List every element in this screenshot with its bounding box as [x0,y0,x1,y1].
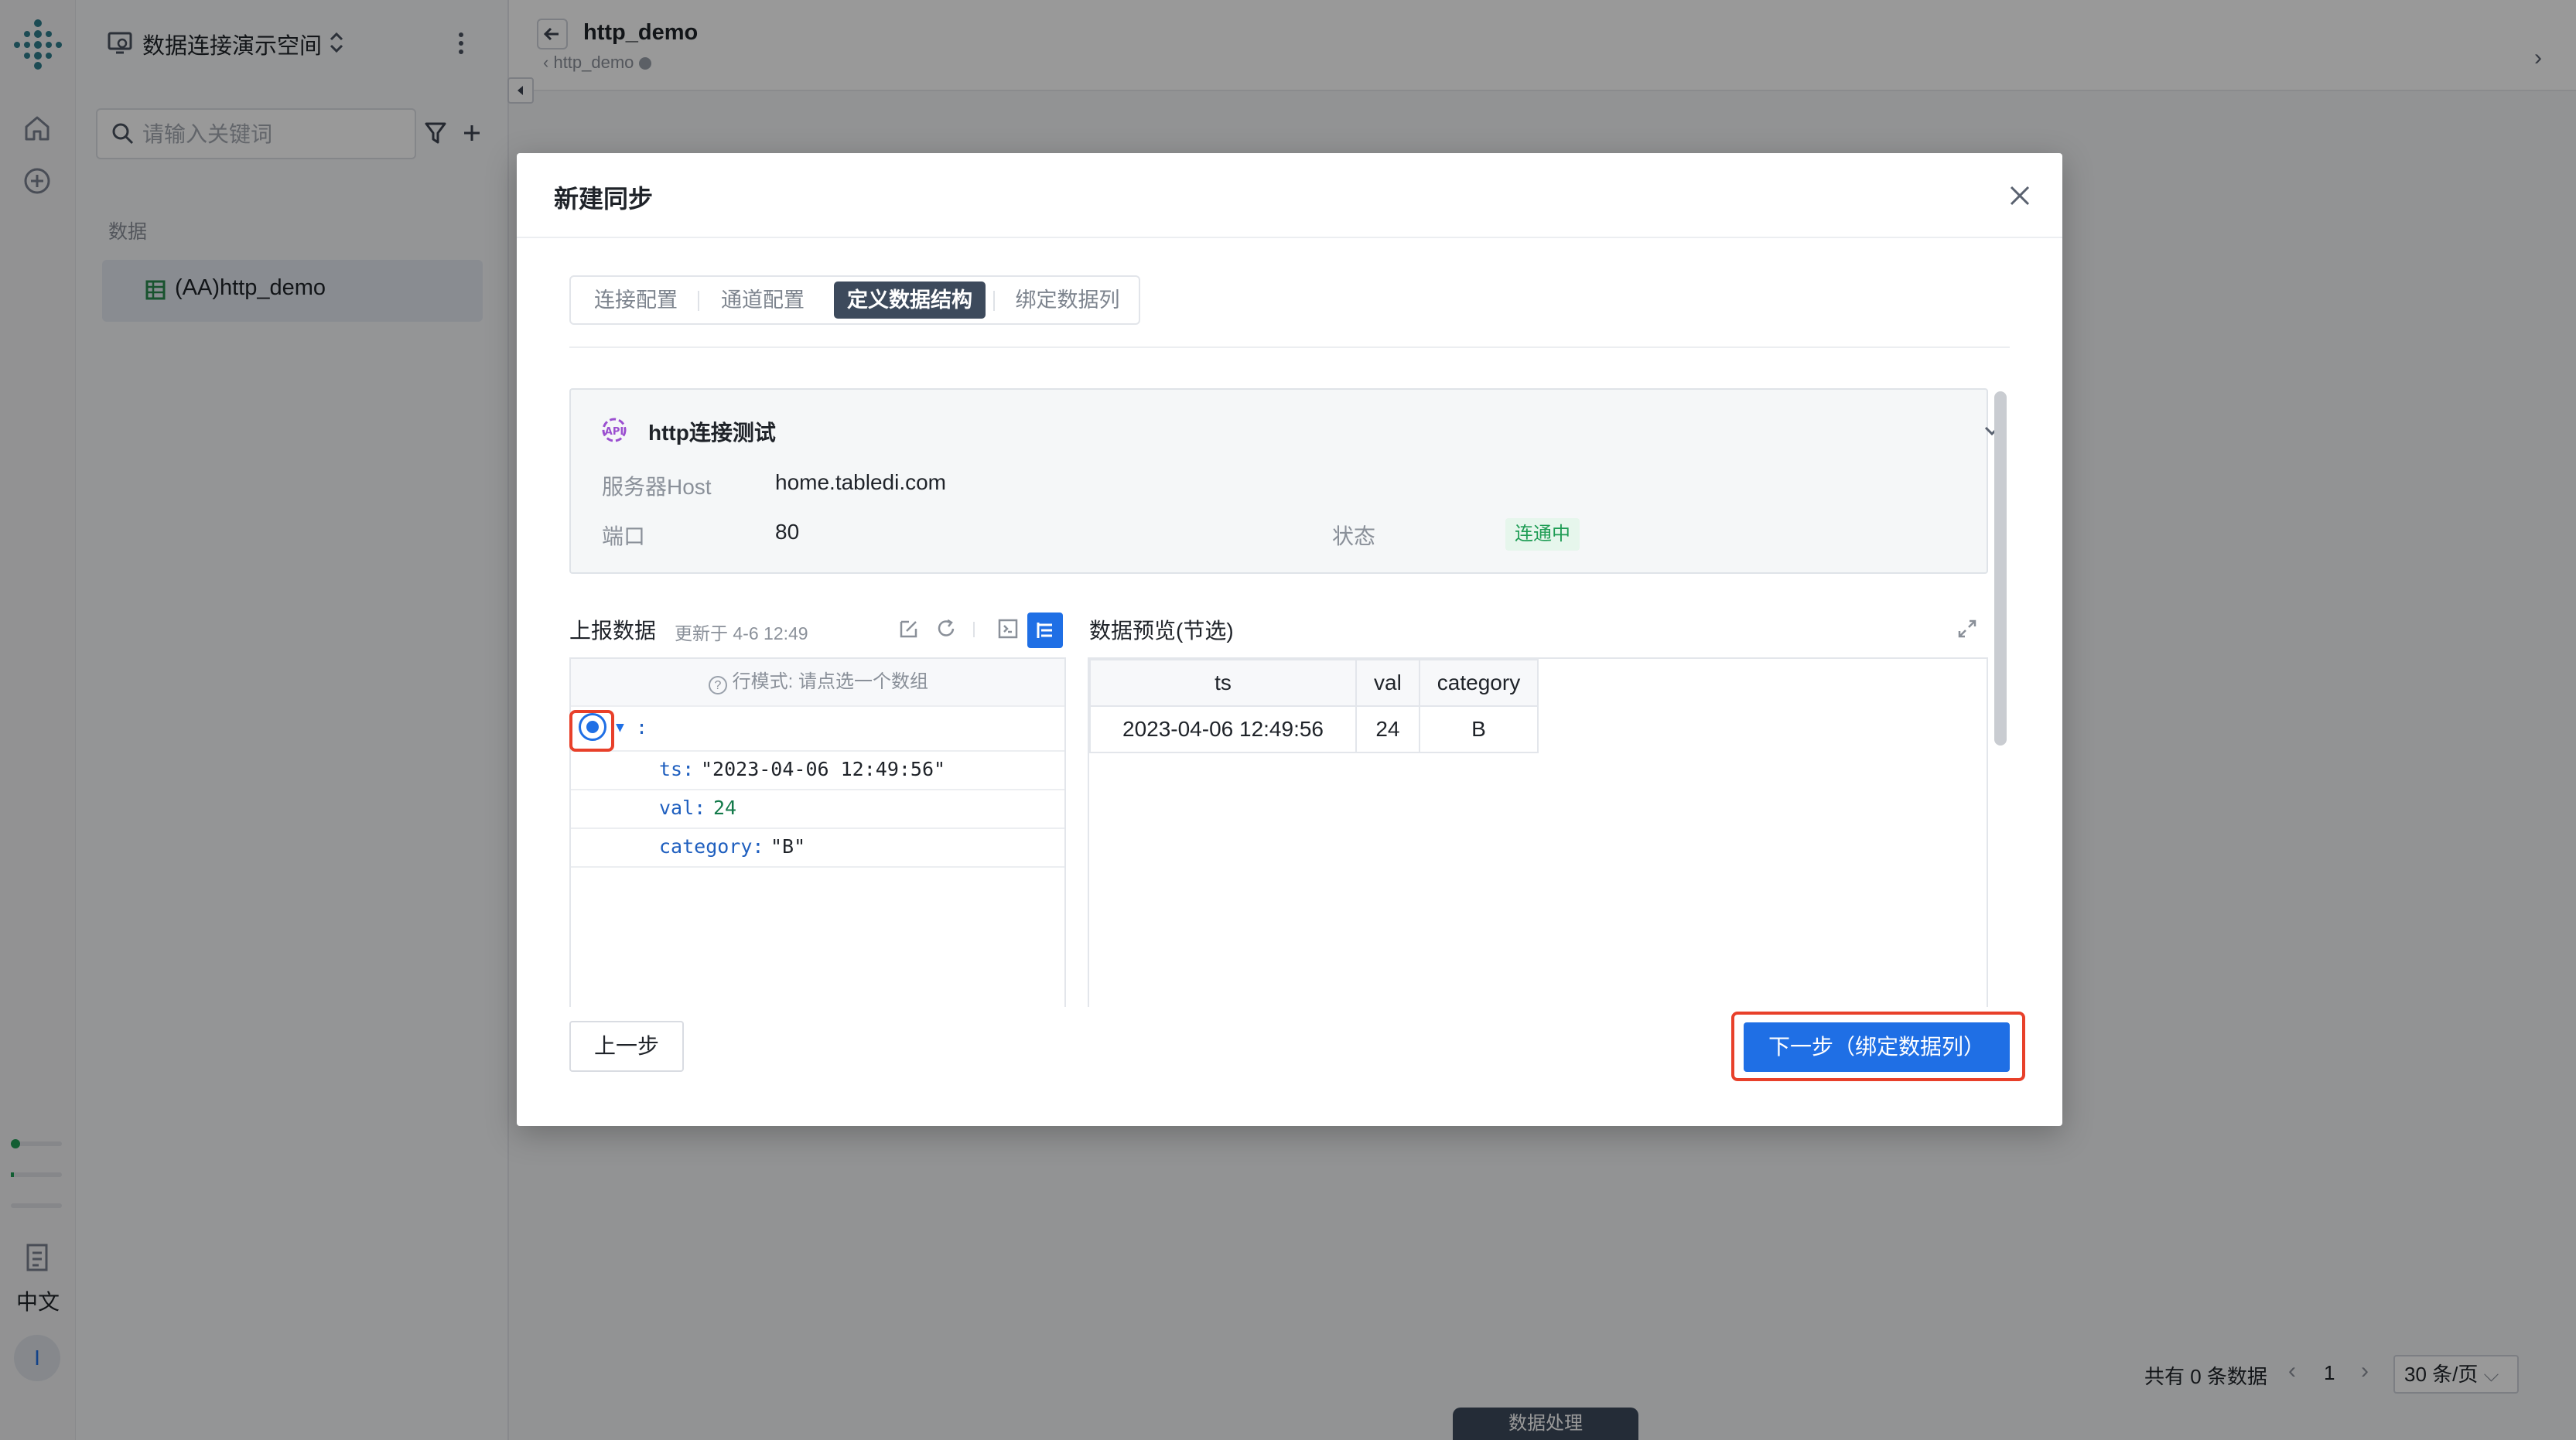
next-button-highlight [1731,1012,2025,1081]
expand-icon[interactable] [1956,617,1979,640]
code-view-icon[interactable] [996,617,1020,640]
dialog-header: 新建同步 [517,153,2062,238]
tab-bind-columns[interactable]: 绑定数据列 [998,282,1137,319]
preview-title: 数据预览(节选) [1089,619,1234,643]
field-value: "B" [770,835,806,858]
field-key: ts: [659,758,695,780]
json-field-row[interactable]: category: "B" [571,827,1064,868]
host-value: home.tabledi.com [775,470,947,494]
tab-channel-config[interactable]: 通道配置 [701,282,825,319]
field-value: "2023-04-06 12:49:56" [701,758,946,780]
status-badge: 连通中 [1505,518,1580,551]
help-icon: ? [708,676,727,694]
preview-row: 2023-04-06 12:49:56 24 B [1089,705,1539,753]
field-value: 24 [713,797,737,819]
column-header: category [1418,659,1539,707]
preview-cell: 24 [1355,705,1420,753]
report-data-title: 上报数据 [569,619,657,643]
host-label: 服务器Host [602,475,712,499]
http-connection-icon: API [600,416,628,444]
port-label: 端口 [602,524,646,548]
new-sync-dialog: 新建同步 连接配置 通道配置 定义数据结构 绑定数据列 API http连接测试… [517,153,2062,1126]
radio-highlight [569,710,614,752]
preview-cell: 2023-04-06 12:49:56 [1089,705,1357,753]
data-preview: ts val category 2023-04-06 12:49:56 24 B [1088,657,1988,1007]
close-icon[interactable] [2007,183,2033,209]
connection-name: http连接测试 [648,421,776,445]
row-mode-hint: ? 行模式: 请点选一个数组 [571,659,1064,707]
preview-cell: B [1418,705,1539,753]
field-key: val: [659,797,706,819]
hint-text: 行模式: 请点选一个数组 [732,671,928,692]
tab-divider [993,291,995,311]
status-label: 状态 [1332,524,1376,548]
updated-time: 更新于 4-6 12:49 [675,623,808,643]
field-key: category: [659,835,764,858]
json-root-row[interactable]: ▼ : [571,705,1064,752]
tree-view-button[interactable] [1027,613,1063,648]
json-field-row[interactable]: ts: "2023-04-06 12:49:56" [571,750,1064,790]
root-colon: : [636,716,648,739]
tab-connection-config[interactable]: 连接配置 [576,282,696,319]
column-header: ts [1089,659,1357,707]
edit-icon[interactable] [897,617,921,640]
scrollbar[interactable] [1994,391,2007,746]
dialog-title: 新建同步 [554,185,654,213]
tab-define-data-structure[interactable]: 定义数据结构 [834,282,986,319]
divider [569,346,2010,348]
column-header: val [1355,659,1420,707]
tab-divider [698,291,699,311]
connection-card: API http连接测试 服务器Host home.tabledi.com 端口… [569,388,2000,574]
json-field-row[interactable]: val: 24 [571,789,1064,829]
previous-step-button[interactable]: 上一步 [569,1021,684,1072]
preview-table: ts val category 2023-04-06 12:49:56 24 B [1089,659,1539,753]
step-tabs: 连接配置 通道配置 定义数据结构 绑定数据列 [569,275,1140,325]
svg-text:API: API [605,426,624,438]
toolbar-divider [973,622,975,637]
preview-header-row: ts val category [1089,659,1539,707]
refresh-icon[interactable] [934,617,958,640]
port-value: 80 [775,520,800,544]
report-data-tree: ? 行模式: 请点选一个数组 ▼ : ts: "2023-04-06 12:49… [569,657,1066,1007]
caret-down-icon[interactable]: ▼ [616,705,624,750]
